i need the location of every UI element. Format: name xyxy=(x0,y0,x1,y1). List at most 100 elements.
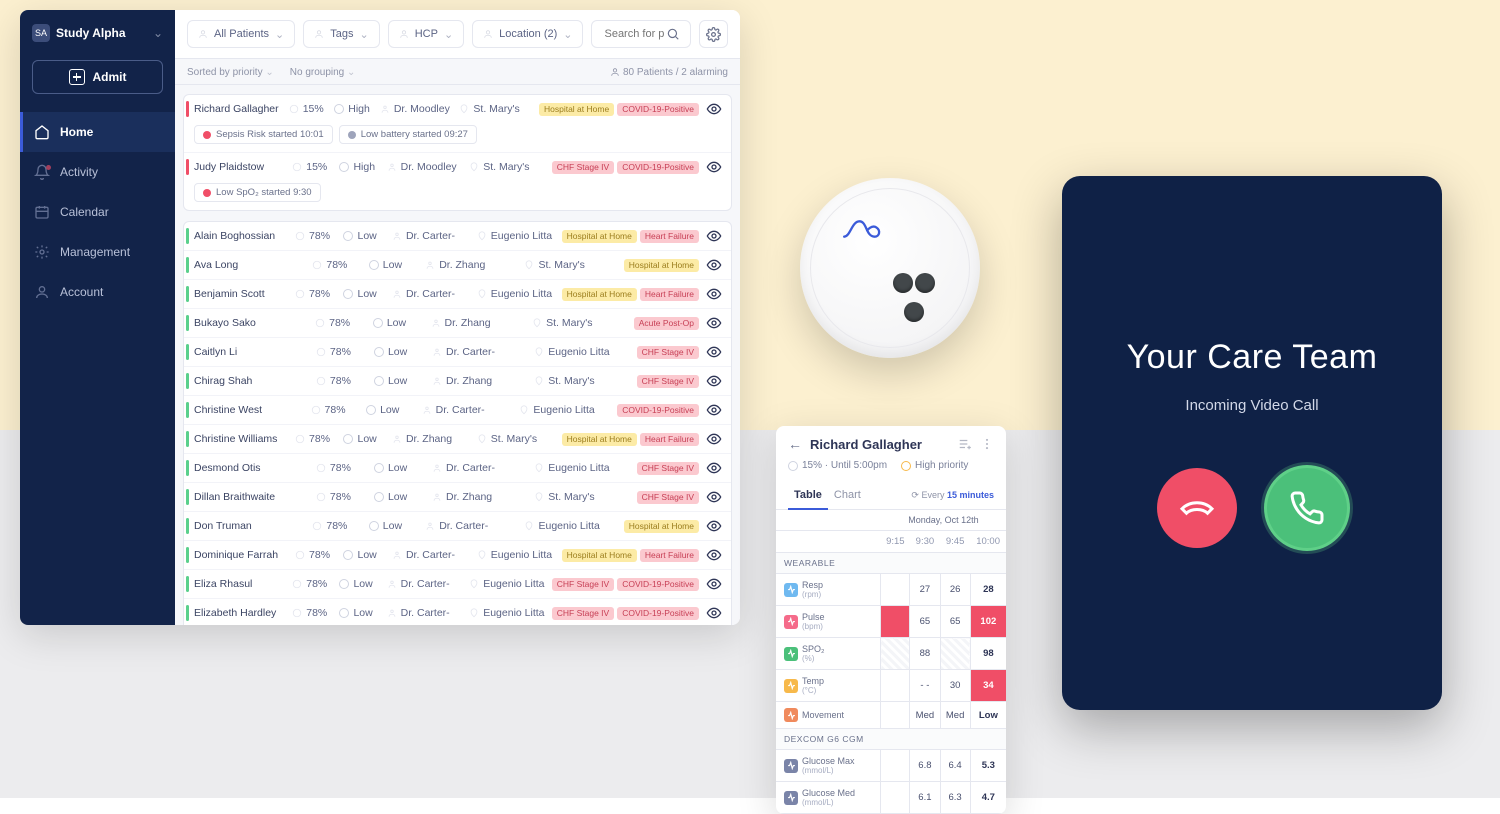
hcp-cell: Dr. Carter- xyxy=(432,462,530,474)
patient-row[interactable]: Elizabeth Hardley 78% Low Dr. Carter- Eu… xyxy=(184,599,731,625)
accept-call-button[interactable] xyxy=(1267,468,1347,548)
view-icon[interactable] xyxy=(706,286,722,302)
decline-call-button[interactable] xyxy=(1157,468,1237,548)
study-switcher[interactable]: SA Study Alpha ⌄ xyxy=(20,10,175,56)
tag: CHF Stage IV xyxy=(637,375,699,388)
person-icon xyxy=(392,289,402,299)
location-icon xyxy=(519,405,529,415)
person-icon xyxy=(387,162,397,172)
patient-row[interactable]: Judy Plaidstow 15% High Dr. Moodley St. … xyxy=(184,153,731,210)
monitor-cell: 78% xyxy=(295,433,339,445)
filter-tags[interactable]: Tags⌄ xyxy=(303,20,379,48)
tab-chart[interactable]: Chart xyxy=(828,481,867,509)
view-icon[interactable] xyxy=(706,159,722,175)
vital-row: Temp(°C)- -3034 xyxy=(776,670,1006,702)
patient-row[interactable]: Eliza Rhasul 78% Low Dr. Carter- Eugenio… xyxy=(184,570,731,599)
back-button[interactable]: ← xyxy=(788,436,802,452)
vital-value: 98 xyxy=(970,638,1006,670)
search-input[interactable] xyxy=(602,27,666,41)
filter-location-[interactable]: Location (2)⌄ xyxy=(472,20,583,48)
patient-row[interactable]: Dominique Farrah 78% Low Dr. Carter- Eug… xyxy=(184,541,731,570)
location-icon xyxy=(477,289,487,299)
patient-row[interactable]: Benjamin Scott 78% Low Dr. Carter- Eugen… xyxy=(184,280,731,309)
hcp-cell: Dr. Carter- xyxy=(422,404,516,416)
view-icon[interactable] xyxy=(706,605,722,621)
alert-chip[interactable]: Low battery started 09:27 xyxy=(339,125,477,144)
refresh-interval[interactable]: ⟳ Every 15 minutes xyxy=(911,490,994,501)
kebab-menu-icon[interactable] xyxy=(980,437,994,451)
view-icon[interactable] xyxy=(706,101,722,117)
hcp-cell: Dr. Carter- xyxy=(392,230,473,242)
view-icon[interactable] xyxy=(706,315,722,331)
view-icon[interactable] xyxy=(706,518,722,534)
monitor-icon xyxy=(292,579,302,589)
monitor-cell: 78% xyxy=(315,317,369,329)
patient-row[interactable]: Caitlyn Li 78% Low Dr. Carter- Eugenio L… xyxy=(184,338,731,367)
group-by[interactable]: No grouping ⌄ xyxy=(290,67,356,78)
person-icon xyxy=(392,550,402,560)
location-cell: Eugenio Litta xyxy=(534,346,632,358)
filter-hcp[interactable]: HCP⌄ xyxy=(388,20,464,48)
patient-row[interactable]: Bukayo Sako 78% Low Dr. Zhang St. Mary's… xyxy=(184,309,731,338)
sidebar-item-management[interactable]: Management xyxy=(20,232,175,272)
priority-cell: Low xyxy=(374,462,428,474)
patient-row[interactable]: Ava Long 78% Low Dr. Zhang St. Mary's Ho… xyxy=(184,251,731,280)
patient-list[interactable]: Richard Gallagher 15% High Dr. Moodley S… xyxy=(175,90,740,625)
tags: CHF Stage IV xyxy=(637,375,699,388)
view-icon[interactable] xyxy=(706,402,722,418)
location-icon xyxy=(524,260,534,270)
sort-by[interactable]: Sorted by priority ⌄ xyxy=(187,67,274,78)
patient-row[interactable]: Don Truman 78% Low Dr. Carter- Eugenio L… xyxy=(184,512,731,541)
hcp-cell: Dr. Carter- xyxy=(425,520,520,532)
patient-row[interactable]: Alain Boghossian 78% Low Dr. Carter- Eug… xyxy=(184,222,731,251)
view-icon[interactable] xyxy=(706,344,722,360)
tag: COVID-19-Positive xyxy=(617,103,699,116)
settings-button[interactable] xyxy=(699,20,728,48)
admit-button[interactable]: Admit xyxy=(32,60,163,94)
tags: CHF Stage IV xyxy=(637,491,699,504)
filter-all-patients[interactable]: All Patients⌄ xyxy=(187,20,295,48)
vital-row: MovementMedMedLow xyxy=(776,702,1006,729)
vital-row: Pulse(bpm)6565102 xyxy=(776,606,1006,638)
view-icon[interactable] xyxy=(706,576,722,592)
monitor-icon xyxy=(316,492,326,502)
patient-row[interactable]: Richard Gallagher 15% High Dr. Moodley S… xyxy=(184,95,731,153)
patient-row[interactable]: Chirag Shah 78% Low Dr. Zhang St. Mary's… xyxy=(184,367,731,396)
patient-row[interactable]: Christine Williams 78% Low Dr. Zhang St.… xyxy=(184,425,731,454)
location-icon xyxy=(477,550,487,560)
tag: Heart Failure xyxy=(640,288,699,301)
sidebar-item-account[interactable]: Account xyxy=(20,272,175,312)
tab-table[interactable]: Table xyxy=(788,481,828,509)
patient-row[interactable]: Christine West 78% Low Dr. Carter- Eugen… xyxy=(184,396,731,425)
view-icon[interactable] xyxy=(706,489,722,505)
patient-row[interactable]: Dillan Braithwaite 78% Low Dr. Zhang St.… xyxy=(184,483,731,512)
sidebar-item-calendar[interactable]: Calendar xyxy=(20,192,175,232)
monitor-icon xyxy=(295,289,305,299)
alert-chip[interactable]: Sepsis Risk started 10:01 xyxy=(194,125,333,144)
sidebar-item-home[interactable]: Home xyxy=(20,112,175,152)
wearable-device xyxy=(800,178,980,358)
hcp-cell: Dr. Zhang xyxy=(392,433,473,445)
view-icon[interactable] xyxy=(706,373,722,389)
sidebar-item-activity[interactable]: Activity xyxy=(20,152,175,192)
tag: Acute Post-Op xyxy=(634,317,699,330)
tags: Hospital at Home xyxy=(624,520,699,533)
vital-value xyxy=(881,574,910,606)
view-icon[interactable] xyxy=(706,257,722,273)
view-icon[interactable] xyxy=(706,431,722,447)
priority-icon xyxy=(343,550,353,560)
alert-chip[interactable]: Low SpO₂ started 9:30 xyxy=(194,183,321,202)
alarm-group: Richard Gallagher 15% High Dr. Moodley S… xyxy=(183,94,732,211)
add-list-icon[interactable] xyxy=(958,437,972,451)
view-icon[interactable] xyxy=(706,228,722,244)
priority-icon xyxy=(369,260,379,270)
view-icon[interactable] xyxy=(706,547,722,563)
person-icon xyxy=(432,492,442,502)
tags: CHF Stage IV xyxy=(637,346,699,359)
priority-icon xyxy=(334,104,344,114)
view-icon[interactable] xyxy=(706,460,722,476)
search-input-wrap[interactable] xyxy=(591,20,691,48)
patient-row[interactable]: Desmond Otis 78% Low Dr. Carter- Eugenio… xyxy=(184,454,731,483)
vital-value: 34 xyxy=(970,670,1006,702)
person-icon xyxy=(432,463,442,473)
